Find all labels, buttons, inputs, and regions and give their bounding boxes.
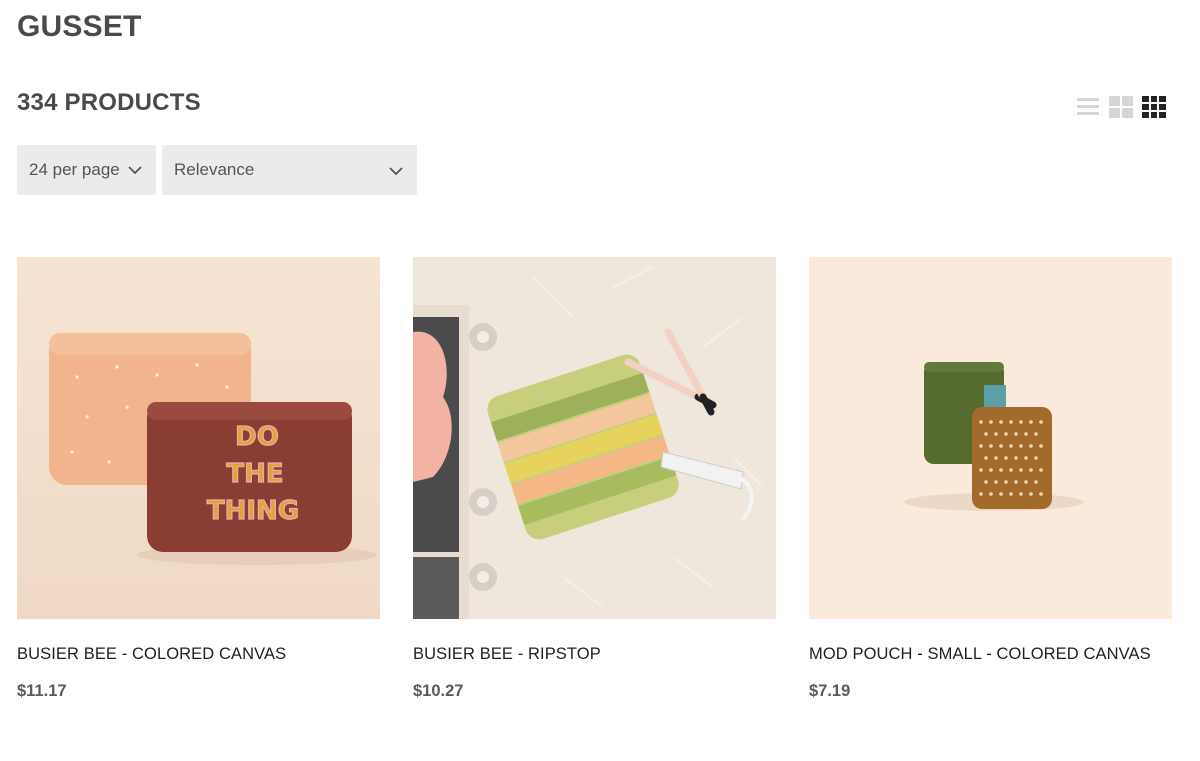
grid-view-icon[interactable]	[1109, 96, 1133, 118]
per-page-select[interactable]: 24 per page	[17, 145, 156, 195]
product-image[interactable]	[413, 257, 776, 619]
per-page-value: 24 per page	[29, 160, 120, 179]
product-card[interactable]: DO THE THING BUSIER BEE - COLORED CANVAS…	[17, 257, 380, 701]
pouch-text-do: DO	[235, 422, 279, 452]
product-price: $7.19	[809, 682, 851, 700]
product-price: $11.17	[17, 682, 67, 700]
product-card[interactable]: MOD POUCH - SMALL - COLORED CANVAS $7.19	[809, 257, 1172, 701]
product-title[interactable]: BUSIER BEE - COLORED CANVAS	[17, 645, 380, 664]
product-title[interactable]: BUSIER BEE - RIPSTOP	[413, 645, 776, 664]
product-title[interactable]: MOD POUCH - SMALL - COLORED CANVAS	[809, 645, 1172, 664]
view-toggles	[1076, 96, 1166, 118]
product-card[interactable]: BUSIER BEE - RIPSTOP $10.27	[413, 257, 776, 701]
pouch-text-the: THE	[226, 459, 283, 489]
product-grid: DO THE THING BUSIER BEE - COLORED CANVAS…	[17, 257, 1172, 701]
product-price: $10.27	[413, 682, 464, 700]
listing-controls: 24 per page Relevance	[17, 145, 417, 195]
list-view-icon[interactable]	[1076, 96, 1100, 118]
chevron-down-icon	[389, 167, 403, 176]
product-image[interactable]: DO THE THING	[17, 257, 380, 619]
product-count: 334 PRODUCTS	[17, 89, 201, 116]
product-image[interactable]	[809, 257, 1172, 619]
sort-value: Relevance	[174, 160, 255, 179]
brand-title: GUSSET	[17, 10, 142, 43]
dense-grid-view-icon[interactable]	[1142, 96, 1166, 118]
chevron-down-icon	[128, 166, 142, 175]
sort-select[interactable]: Relevance	[162, 145, 417, 195]
pouch-text-thing: THING	[207, 496, 299, 526]
